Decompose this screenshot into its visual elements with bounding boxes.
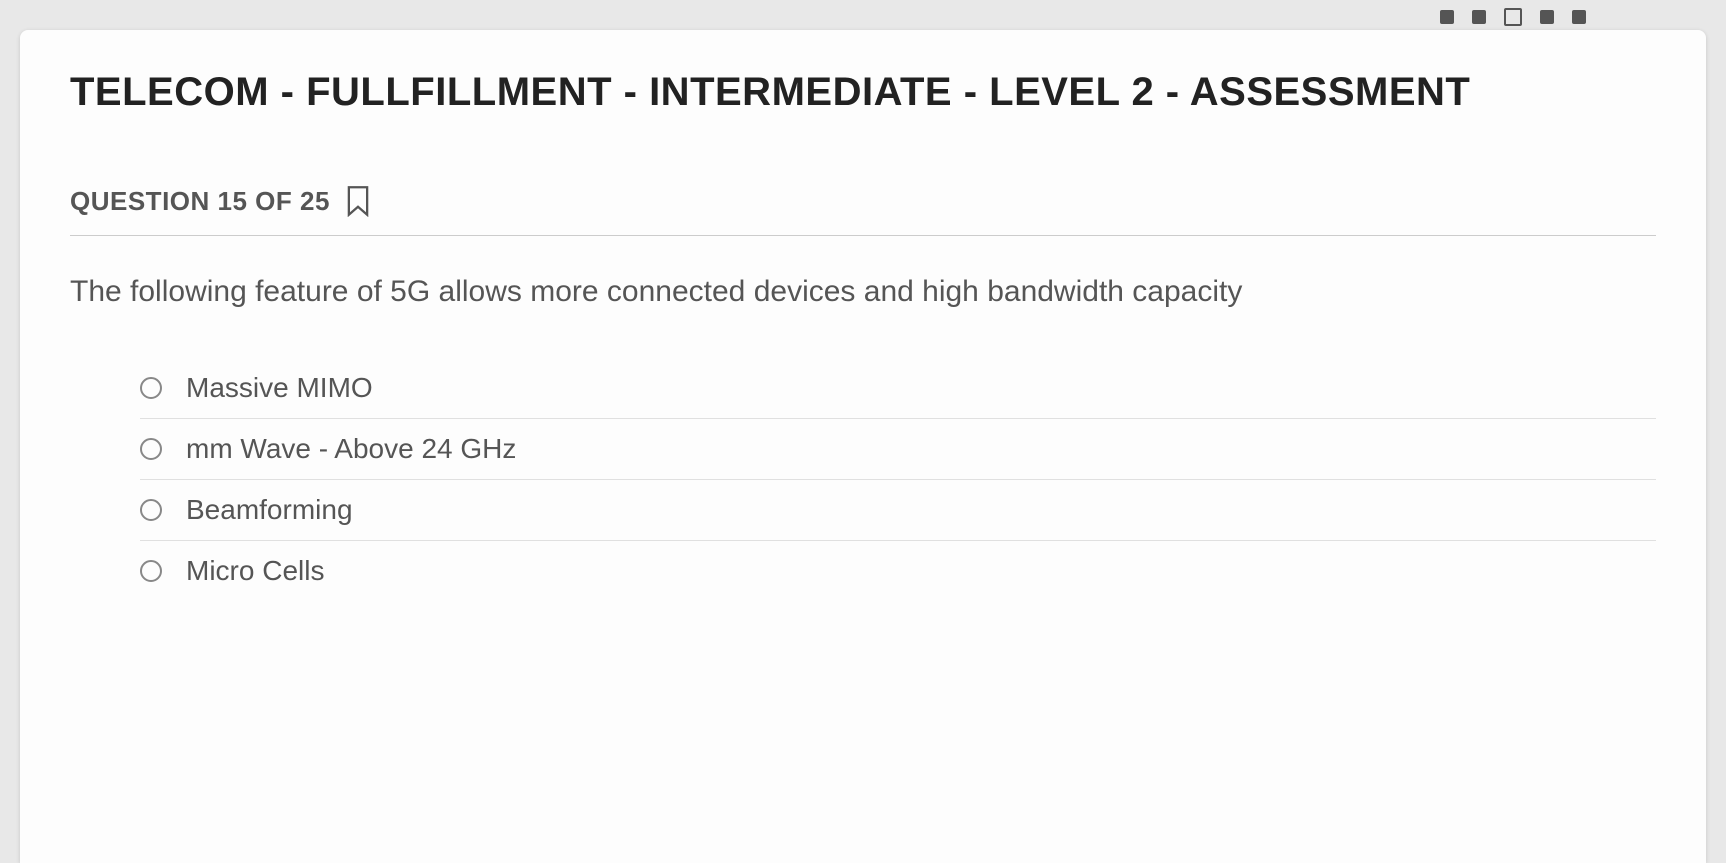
question-header: QUESTION 15 OF 25 (70, 185, 1656, 236)
bookmark-icon[interactable] (344, 185, 372, 217)
dot-indicator-active (1504, 8, 1522, 26)
question-counter: QUESTION 15 OF 25 (70, 186, 330, 217)
dot-indicator (1472, 10, 1486, 24)
window-indicator-dots (1440, 8, 1586, 26)
radio-icon (140, 499, 162, 521)
radio-icon (140, 560, 162, 582)
option-row-micro-cells[interactable]: Micro Cells (140, 541, 1656, 601)
option-label: Beamforming (186, 494, 353, 526)
option-label: Micro Cells (186, 555, 324, 587)
radio-icon (140, 377, 162, 399)
options-list: Massive MIMO mm Wave - Above 24 GHz Beam… (70, 358, 1656, 601)
option-row-mm-wave[interactable]: mm Wave - Above 24 GHz (140, 419, 1656, 480)
option-row-beamforming[interactable]: Beamforming (140, 480, 1656, 541)
dot-indicator (1540, 10, 1554, 24)
question-text: The following feature of 5G allows more … (70, 271, 1656, 313)
dot-indicator (1440, 10, 1454, 24)
option-label: Massive MIMO (186, 372, 373, 404)
option-row-massive-mimo[interactable]: Massive MIMO (140, 358, 1656, 419)
dot-indicator (1572, 10, 1586, 24)
assessment-title: TELECOM - FULLFILLMENT - INTERMEDIATE - … (70, 70, 1656, 115)
radio-icon (140, 438, 162, 460)
option-label: mm Wave - Above 24 GHz (186, 433, 516, 465)
assessment-card: TELECOM - FULLFILLMENT - INTERMEDIATE - … (20, 30, 1706, 863)
